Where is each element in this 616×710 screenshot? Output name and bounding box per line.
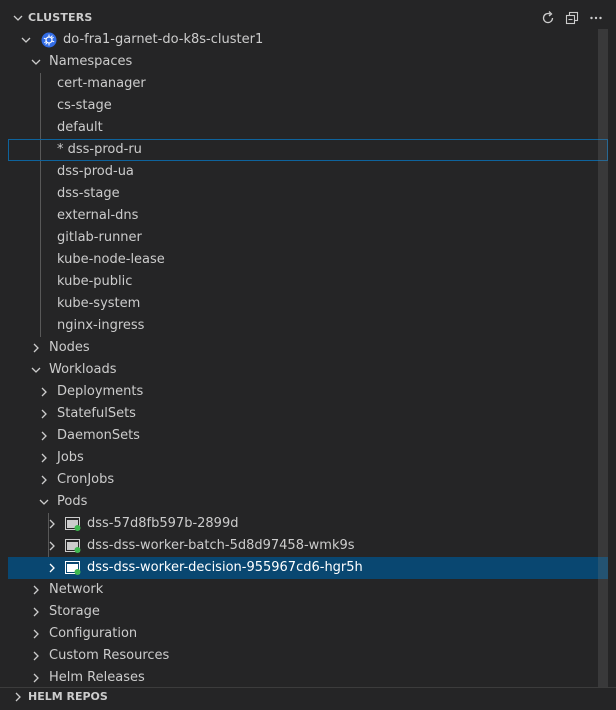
namespace-label: gitlab-runner xyxy=(57,230,142,245)
namespace-label: external-dns xyxy=(57,208,139,223)
tree-item-label: Namespaces xyxy=(49,54,133,69)
namespace-label: cert-manager xyxy=(57,76,146,91)
namespace-item[interactable]: default xyxy=(0,117,616,139)
pod-icon xyxy=(65,517,81,531)
tree-item-cluster[interactable]: do-fra1-garnet-do-k8s-cluster1 xyxy=(0,29,616,51)
tree-item-label: CronJobs xyxy=(57,472,115,487)
namespace-label: dss-stage xyxy=(57,186,120,201)
namespace-item[interactable]: external-dns xyxy=(0,205,616,227)
tree-item-storage[interactable]: Storage xyxy=(0,601,616,623)
namespace-item[interactable]: dss-prod-ua xyxy=(0,161,616,183)
more-actions-button[interactable] xyxy=(586,9,606,27)
kubernetes-icon xyxy=(41,32,57,48)
tree-item-cronjobs[interactable]: CronJobs xyxy=(0,469,616,491)
chevron-down-icon[interactable] xyxy=(10,10,26,26)
tree-item-network[interactable]: Network xyxy=(0,579,616,601)
pod-item-selected[interactable]: dss-dss-worker-decision-955967cd6-hgr5h xyxy=(8,557,608,579)
chevron-down-icon xyxy=(31,367,41,373)
chevron-down-icon xyxy=(21,37,31,43)
tree-item-pods[interactable]: Pods xyxy=(0,491,616,513)
namespace-item[interactable]: nginx-ingress xyxy=(0,315,616,337)
tree-item-daemonsets[interactable]: DaemonSets xyxy=(0,425,616,447)
tree-item-label: Configuration xyxy=(49,626,138,641)
collapse-all-icon xyxy=(565,11,579,25)
pod-icon xyxy=(65,561,81,575)
helm-repos-view-header[interactable]: HELM REPOS xyxy=(0,687,616,710)
refresh-icon xyxy=(542,11,554,24)
view-title: HELM REPOS xyxy=(28,690,108,703)
tree-item-namespaces[interactable]: Namespaces xyxy=(0,51,616,73)
tree-item-label: Jobs xyxy=(57,450,84,465)
namespace-item[interactable]: gitlab-runner xyxy=(0,227,616,249)
chevron-right-icon xyxy=(41,453,47,463)
tree-item-nodes[interactable]: Nodes xyxy=(0,337,616,359)
view-actions xyxy=(538,9,606,27)
namespace-label: kube-system xyxy=(57,296,141,311)
pod-label: dss-dss-worker-decision-955967cd6-hgr5h xyxy=(87,560,363,575)
tree-item-helm-releases[interactable]: Helm Releases xyxy=(0,667,616,689)
tree-item-statefulsets[interactable]: StatefulSets xyxy=(0,403,616,425)
tree-item-configuration[interactable]: Configuration xyxy=(0,623,616,645)
tree-item-label: DaemonSets xyxy=(57,428,140,443)
tree-item-label: Deployments xyxy=(57,384,144,399)
chevron-right-icon xyxy=(41,387,47,397)
tree-item-label: Storage xyxy=(49,604,100,619)
tree-item-label: Nodes xyxy=(49,340,90,355)
namespace-label: cs-stage xyxy=(57,98,112,113)
chevron-right-icon xyxy=(41,431,47,441)
namespace-item-active[interactable]: * dss-prod-ru xyxy=(8,139,608,161)
namespace-item[interactable]: kube-system xyxy=(0,293,616,315)
pod-icon xyxy=(65,539,81,553)
namespace-label: * dss-prod-ru xyxy=(57,142,142,157)
namespace-label: kube-node-lease xyxy=(57,252,165,267)
pod-label: dss-57d8fb597b-2899d xyxy=(87,516,239,531)
chevron-right-icon xyxy=(33,585,39,595)
chevron-right-icon xyxy=(49,563,55,573)
namespace-label: default xyxy=(57,120,103,135)
collapse-all-button[interactable] xyxy=(562,9,582,27)
chevron-down-icon xyxy=(39,499,49,505)
chevron-right-icon xyxy=(41,409,47,419)
namespace-item[interactable]: kube-node-lease xyxy=(0,249,616,271)
chevron-right-icon xyxy=(49,541,55,551)
chevron-right-icon xyxy=(41,475,47,485)
chevron-right-icon xyxy=(33,673,39,683)
namespace-item[interactable]: cert-manager xyxy=(0,73,616,95)
chevron-right-icon[interactable] xyxy=(10,689,26,705)
tree-item-label: Helm Releases xyxy=(49,670,145,685)
clusters-view-header[interactable]: CLUSTERS xyxy=(0,7,616,29)
view-title: CLUSTERS xyxy=(28,11,93,24)
chevron-right-icon xyxy=(33,629,39,639)
tree-item-deployments[interactable]: Deployments xyxy=(0,381,616,403)
chevron-right-icon xyxy=(33,607,39,617)
chevron-right-icon xyxy=(49,519,55,529)
pod-item[interactable]: dss-dss-worker-batch-5d8d97458-wmk9s xyxy=(0,535,616,557)
tree-item-label: Pods xyxy=(57,494,88,509)
tree-item-label: Custom Resources xyxy=(49,648,170,663)
tree-item-label: StatefulSets xyxy=(57,406,136,421)
chevron-right-icon xyxy=(33,343,39,353)
namespace-label: nginx-ingress xyxy=(57,318,145,333)
namespace-item[interactable]: cs-stage xyxy=(0,95,616,117)
cluster-label: do-fra1-garnet-do-k8s-cluster1 xyxy=(63,32,264,47)
tree-item-custom-resources[interactable]: Custom Resources xyxy=(0,645,616,667)
tree-item-label: Network xyxy=(49,582,104,597)
pod-label: dss-dss-worker-batch-5d8d97458-wmk9s xyxy=(87,538,355,553)
namespace-item[interactable]: dss-stage xyxy=(0,183,616,205)
namespace-item[interactable]: kube-public xyxy=(0,271,616,293)
refresh-button[interactable] xyxy=(538,9,558,27)
tree-item-label: Workloads xyxy=(49,362,117,377)
tree-item-workloads[interactable]: Workloads xyxy=(0,359,616,381)
tree-item-jobs[interactable]: Jobs xyxy=(0,447,616,469)
scrollbar[interactable] xyxy=(598,29,608,687)
chevron-right-icon xyxy=(33,651,39,661)
ellipsis-icon xyxy=(590,16,602,20)
pod-item[interactable]: dss-57d8fb597b-2899d xyxy=(0,513,616,535)
namespace-label: kube-public xyxy=(57,274,133,289)
chevron-down-icon xyxy=(31,59,41,65)
namespace-label: dss-prod-ua xyxy=(57,164,134,179)
